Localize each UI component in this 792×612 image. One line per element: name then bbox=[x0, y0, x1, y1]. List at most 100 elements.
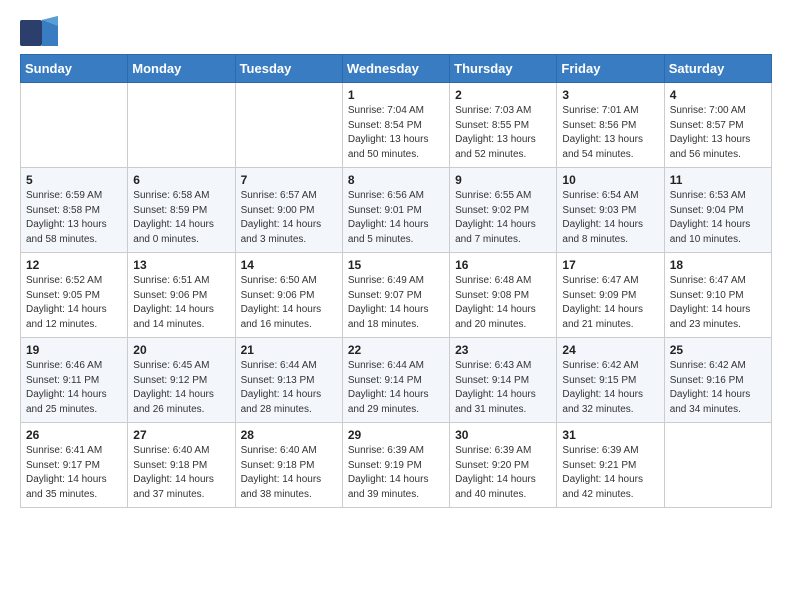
calendar-cell: 25Sunrise: 6:42 AMSunset: 9:16 PMDayligh… bbox=[664, 338, 771, 423]
header-monday: Monday bbox=[128, 55, 235, 83]
cell-day-number: 6 bbox=[133, 173, 229, 187]
cell-day-number: 17 bbox=[562, 258, 658, 272]
calendar-cell: 4 Sunrise: 7:00 AMSunset: 8:57 PMDaylight… bbox=[664, 83, 771, 168]
cell-info: Sunrise: 6:59 AMSunset: 8:58 PMDaylight:… bbox=[26, 189, 122, 247]
calendar-cell: 30 Sunrise: 6:39 AMSunset: 9:20 PMDayligh… bbox=[450, 423, 557, 508]
cell-info: Sunrise: 6:52 AMSunset: 9:05 PMDaylight:… bbox=[26, 274, 122, 332]
cell-day-number: 2 bbox=[455, 88, 551, 102]
cell-day-number: 27 bbox=[133, 428, 229, 442]
calendar-cell: 18Sunrise: 6:47 AMSunset: 9:10 PMDayligh… bbox=[664, 253, 771, 338]
cell-info: Sunrise: 6:41 AMSunset: 9:17 PMDaylight:… bbox=[26, 444, 122, 502]
header-thursday: Thursday bbox=[450, 55, 557, 83]
calendar-cell: 13 Sunrise: 6:51 AMSunset: 9:06 PMDayligh… bbox=[128, 253, 235, 338]
cell-info: Sunrise: 6:39 AMSunset: 9:19 PMDaylight:… bbox=[348, 444, 444, 502]
cell-info: Sunrise: 6:40 AMSunset: 9:18 PMDaylight:… bbox=[133, 444, 229, 502]
calendar-cell bbox=[21, 83, 128, 168]
calendar-week-row: 26 Sunrise: 6:41 AMSunset: 9:17 PMDayligh… bbox=[21, 423, 772, 508]
cell-info: Sunrise: 6:42 AMSunset: 9:15 PMDaylight:… bbox=[562, 359, 658, 417]
calendar-cell: 1 Sunrise: 7:04 AMSunset: 8:54 PMDaylight… bbox=[342, 83, 449, 168]
cell-day-number: 1 bbox=[348, 88, 444, 102]
cell-info: Sunrise: 7:01 AMSunset: 8:56 PMDaylight:… bbox=[562, 104, 658, 162]
cell-day-number: 29 bbox=[348, 428, 444, 442]
cell-day-number: 15 bbox=[348, 258, 444, 272]
cell-day-number: 21 bbox=[241, 343, 337, 357]
calendar-cell: 15 Sunrise: 6:49 AMSunset: 9:07 PMDayligh… bbox=[342, 253, 449, 338]
cell-info: Sunrise: 6:48 AMSunset: 9:08 PMDaylight:… bbox=[455, 274, 551, 332]
calendar-cell bbox=[235, 83, 342, 168]
calendar-cell: 6 Sunrise: 6:58 AMSunset: 8:59 PMDaylight… bbox=[128, 168, 235, 253]
cell-day-number: 16 bbox=[455, 258, 551, 272]
cell-info: Sunrise: 6:40 AMSunset: 9:18 PMDaylight:… bbox=[241, 444, 337, 502]
calendar-cell: 16 Sunrise: 6:48 AMSunset: 9:08 PMDayligh… bbox=[450, 253, 557, 338]
calendar-cell: 5 Sunrise: 6:59 AMSunset: 8:58 PMDaylight… bbox=[21, 168, 128, 253]
cell-info: Sunrise: 6:39 AMSunset: 9:21 PMDaylight:… bbox=[562, 444, 658, 502]
calendar-cell: 2Sunrise: 7:03 AMSunset: 8:55 PMDaylight… bbox=[450, 83, 557, 168]
header-wednesday: Wednesday bbox=[342, 55, 449, 83]
calendar-cell: 22Sunrise: 6:44 AMSunset: 9:14 PMDayligh… bbox=[342, 338, 449, 423]
cell-info: Sunrise: 6:57 AMSunset: 9:00 PMDaylight:… bbox=[241, 189, 337, 247]
cell-info: Sunrise: 6:55 AMSunset: 9:02 PMDaylight:… bbox=[455, 189, 551, 247]
cell-info: Sunrise: 6:54 AMSunset: 9:03 PMDaylight:… bbox=[562, 189, 658, 247]
cell-info: Sunrise: 6:56 AMSunset: 9:01 PMDaylight:… bbox=[348, 189, 444, 247]
calendar-cell: 9 Sunrise: 6:55 AMSunset: 9:02 PMDaylight… bbox=[450, 168, 557, 253]
logo bbox=[20, 16, 62, 46]
cell-info: Sunrise: 6:53 AMSunset: 9:04 PMDaylight:… bbox=[670, 189, 766, 247]
cell-day-number: 14 bbox=[241, 258, 337, 272]
header-saturday: Saturday bbox=[664, 55, 771, 83]
calendar-cell: 7Sunrise: 6:57 AMSunset: 9:00 PMDaylight… bbox=[235, 168, 342, 253]
calendar-week-row: 5 Sunrise: 6:59 AMSunset: 8:58 PMDaylight… bbox=[21, 168, 772, 253]
cell-info: Sunrise: 6:58 AMSunset: 8:59 PMDaylight:… bbox=[133, 189, 229, 247]
calendar-page: Sunday Monday Tuesday Wednesday Thursday… bbox=[0, 0, 792, 612]
cell-day-number: 13 bbox=[133, 258, 229, 272]
calendar-cell: 26 Sunrise: 6:41 AMSunset: 9:17 PMDayligh… bbox=[21, 423, 128, 508]
calendar-cell: 28 Sunrise: 6:40 AMSunset: 9:18 PMDayligh… bbox=[235, 423, 342, 508]
cell-info: Sunrise: 6:39 AMSunset: 9:20 PMDaylight:… bbox=[455, 444, 551, 502]
cell-info: Sunrise: 6:47 AMSunset: 9:10 PMDaylight:… bbox=[670, 274, 766, 332]
calendar-cell: 19 Sunrise: 6:46 AMSunset: 9:11 PMDayligh… bbox=[21, 338, 128, 423]
cell-info: Sunrise: 7:04 AMSunset: 8:54 PMDaylight:… bbox=[348, 104, 444, 162]
calendar-cell: 12 Sunrise: 6:52 AMSunset: 9:05 PMDayligh… bbox=[21, 253, 128, 338]
logo-icon bbox=[20, 16, 58, 46]
calendar-cell: 21Sunrise: 6:44 AMSunset: 9:13 PMDayligh… bbox=[235, 338, 342, 423]
cell-day-number: 5 bbox=[26, 173, 122, 187]
cell-info: Sunrise: 6:45 AMSunset: 9:12 PMDaylight:… bbox=[133, 359, 229, 417]
header-friday: Friday bbox=[557, 55, 664, 83]
calendar-cell: 27 Sunrise: 6:40 AMSunset: 9:18 PMDayligh… bbox=[128, 423, 235, 508]
cell-day-number: 9 bbox=[455, 173, 551, 187]
calendar-cell: 11Sunrise: 6:53 AMSunset: 9:04 PMDayligh… bbox=[664, 168, 771, 253]
calendar-cell: 17 Sunrise: 6:47 AMSunset: 9:09 PMDayligh… bbox=[557, 253, 664, 338]
cell-info: Sunrise: 6:46 AMSunset: 9:11 PMDaylight:… bbox=[26, 359, 122, 417]
cell-day-number: 8 bbox=[348, 173, 444, 187]
cell-day-number: 23 bbox=[455, 343, 551, 357]
calendar-cell: 24 Sunrise: 6:42 AMSunset: 9:15 PMDayligh… bbox=[557, 338, 664, 423]
cell-info: Sunrise: 7:00 AMSunset: 8:57 PMDaylight:… bbox=[670, 104, 766, 162]
calendar-cell: 3 Sunrise: 7:01 AMSunset: 8:56 PMDaylight… bbox=[557, 83, 664, 168]
header-sunday: Sunday bbox=[21, 55, 128, 83]
cell-info: Sunrise: 6:49 AMSunset: 9:07 PMDaylight:… bbox=[348, 274, 444, 332]
cell-info: Sunrise: 6:43 AMSunset: 9:14 PMDaylight:… bbox=[455, 359, 551, 417]
cell-info: Sunrise: 6:47 AMSunset: 9:09 PMDaylight:… bbox=[562, 274, 658, 332]
header bbox=[20, 16, 772, 46]
cell-day-number: 20 bbox=[133, 343, 229, 357]
calendar-cell: 29 Sunrise: 6:39 AMSunset: 9:19 PMDayligh… bbox=[342, 423, 449, 508]
cell-day-number: 26 bbox=[26, 428, 122, 442]
calendar-cell: 14 Sunrise: 6:50 AMSunset: 9:06 PMDayligh… bbox=[235, 253, 342, 338]
calendar-cell: 8 Sunrise: 6:56 AMSunset: 9:01 PMDaylight… bbox=[342, 168, 449, 253]
calendar-cell: 10Sunrise: 6:54 AMSunset: 9:03 PMDayligh… bbox=[557, 168, 664, 253]
cell-day-number: 3 bbox=[562, 88, 658, 102]
cell-day-number: 30 bbox=[455, 428, 551, 442]
calendar-cell: 20 Sunrise: 6:45 AMSunset: 9:12 PMDayligh… bbox=[128, 338, 235, 423]
calendar-week-row: 1 Sunrise: 7:04 AMSunset: 8:54 PMDaylight… bbox=[21, 83, 772, 168]
cell-day-number: 24 bbox=[562, 343, 658, 357]
header-tuesday: Tuesday bbox=[235, 55, 342, 83]
cell-info: Sunrise: 6:50 AMSunset: 9:06 PMDaylight:… bbox=[241, 274, 337, 332]
cell-info: Sunrise: 6:51 AMSunset: 9:06 PMDaylight:… bbox=[133, 274, 229, 332]
cell-day-number: 25 bbox=[670, 343, 766, 357]
calendar-cell: 23 Sunrise: 6:43 AMSunset: 9:14 PMDayligh… bbox=[450, 338, 557, 423]
cell-day-number: 31 bbox=[562, 428, 658, 442]
cell-day-number: 28 bbox=[241, 428, 337, 442]
cell-day-number: 22 bbox=[348, 343, 444, 357]
cell-day-number: 12 bbox=[26, 258, 122, 272]
cell-day-number: 19 bbox=[26, 343, 122, 357]
cell-day-number: 4 bbox=[670, 88, 766, 102]
